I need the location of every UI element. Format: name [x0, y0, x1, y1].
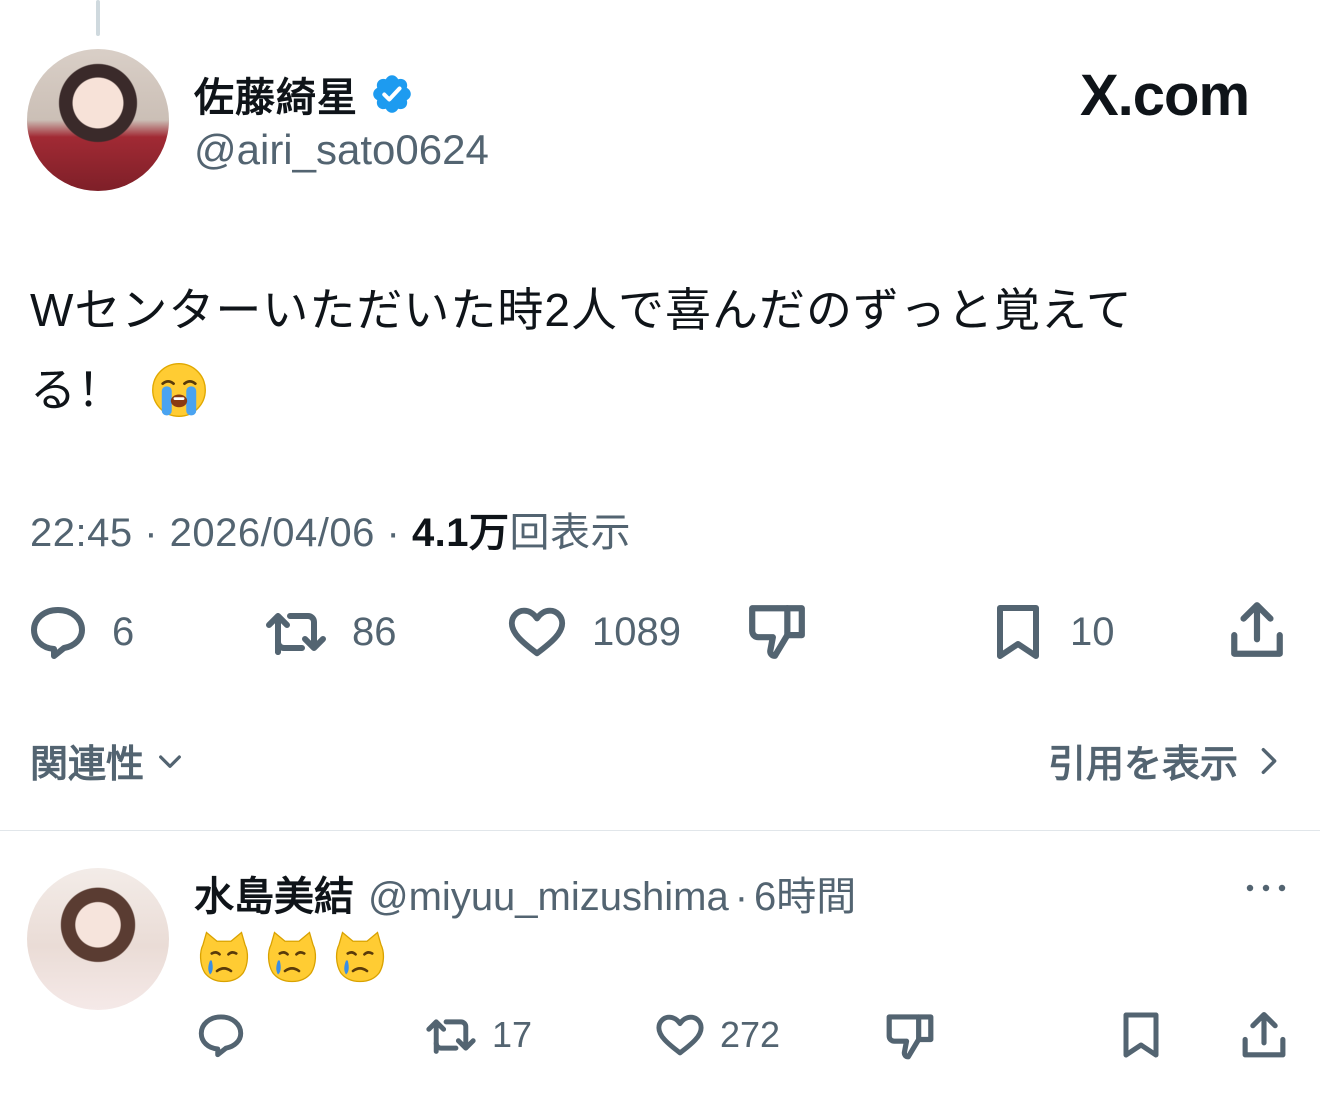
chevron-right-icon: [1261, 747, 1277, 774]
bookmark-count: 10: [1070, 609, 1115, 654]
reply-time[interactable]: 6時間: [754, 864, 856, 922]
bookmark-icon: [997, 605, 1039, 659]
thumbs-down-icon: [886, 1014, 934, 1060]
divider: [0, 830, 1320, 831]
author-name-row[interactable]: 佐藤綺星: [194, 65, 414, 123]
share-icon: [1231, 602, 1283, 657]
tweet-meta: 22:45 · 2026/04/06 · 4.1万回表示: [30, 500, 631, 558]
tweet-date[interactable]: 2026/04/06: [170, 511, 375, 555]
reply-count: 6: [112, 609, 135, 654]
reply-text: [196, 920, 400, 986]
reply-author-handle[interactable]: @miyuu_mizushima: [368, 875, 729, 920]
x-com-logo: X.com: [1080, 63, 1250, 128]
reply-reply-button[interactable]: [196, 1012, 246, 1058]
reply-button[interactable]: 6: [28, 604, 134, 660]
bookmark-icon: [1123, 1012, 1159, 1058]
chevron-down-icon: [159, 754, 181, 768]
reply-repost-count: 17: [492, 1014, 533, 1055]
repost-button[interactable]: 86: [264, 604, 397, 660]
reply-icon: [31, 607, 85, 659]
meta-separator: ·: [144, 511, 170, 555]
crying-cat-face-icon: [335, 930, 385, 982]
author-display-name[interactable]: 佐藤綺星: [194, 65, 358, 123]
reply-author-avatar[interactable]: [27, 868, 169, 1010]
tweet-text-line-1: Wセンターいただいた時2人で喜んだのずっと覚えて: [30, 284, 1133, 336]
bookmark-button[interactable]: 10: [990, 602, 1115, 662]
tweet-text-line-2-row: る！: [30, 350, 1280, 430]
views-count: 4.1万: [411, 511, 510, 555]
share-icon: [1242, 1012, 1286, 1058]
repost-icon: [266, 613, 326, 655]
repost-count: 86: [352, 609, 397, 654]
heart-icon: [508, 607, 566, 657]
thread-connector-line: [96, 0, 100, 36]
sort-relevance-label: 関連性: [30, 744, 145, 786]
reply-author-name[interactable]: 水島美結: [194, 864, 354, 922]
reply-like-count: 272: [720, 1014, 781, 1055]
tweet-text-line-2: る！: [30, 364, 124, 416]
reply-share-button[interactable]: [1240, 1010, 1288, 1062]
crying-cat-face-icon: [199, 930, 249, 982]
reply-bookmark-button[interactable]: [1118, 1010, 1164, 1060]
thumbs-down-icon: [749, 605, 805, 659]
reply-like-button[interactable]: 272: [654, 1012, 780, 1058]
meta-separator: ·: [386, 511, 412, 555]
meta-separator: ·: [734, 875, 749, 919]
view-quotes-label: 引用を表示: [1047, 744, 1238, 786]
views-label: 回表示: [509, 511, 632, 555]
loudly-crying-face-icon: [152, 363, 206, 417]
reply-repost-button[interactable]: 17: [424, 1012, 532, 1058]
repost-icon: [426, 1019, 476, 1054]
verified-badge-icon: [373, 75, 411, 113]
tweet-text: Wセンターいただいた時2人で喜んだのずっと覚えて る！: [30, 270, 1280, 430]
like-count: 1089: [592, 609, 681, 654]
author-handle[interactable]: @airi_sato0624: [194, 126, 489, 174]
crying-cat-face-icon: [267, 930, 317, 982]
share-button[interactable]: [1228, 600, 1286, 662]
heart-icon: [656, 1014, 704, 1056]
more-options-icon[interactable]: [1244, 876, 1288, 900]
tweet-time[interactable]: 22:45: [30, 511, 133, 555]
reply-dislike-button[interactable]: [884, 1010, 936, 1062]
author-avatar[interactable]: [27, 49, 169, 191]
sort-relevance-button[interactable]: 関連性: [30, 733, 186, 788]
reply-header: 水島美結 @miyuu_mizushima · 6時間: [194, 864, 856, 922]
view-quotes-button[interactable]: 引用を表示: [1048, 733, 1282, 788]
dislike-button[interactable]: [746, 600, 808, 662]
reply-icon: [198, 1014, 244, 1058]
like-button[interactable]: 1089: [506, 604, 681, 660]
